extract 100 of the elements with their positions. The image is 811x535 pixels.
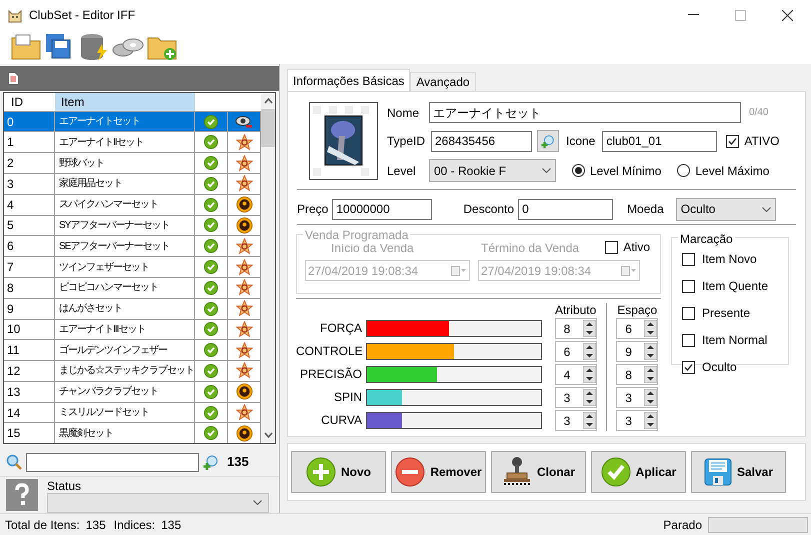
level-dropdown[interactable]: 00 - Rookie F: [429, 159, 556, 182]
list-row[interactable]: 9 はんがさセット: [4, 298, 261, 318]
list-row[interactable]: 7 ツインフェザーセット: [4, 256, 261, 277]
list-row[interactable]: 10 エアーナイトIIIセット: [4, 318, 261, 340]
list-row[interactable]: 15 黒魔剣セット: [4, 422, 261, 444]
spinner-arrows-icon[interactable]: [644, 343, 658, 360]
icone-field[interactable]: club01_01: [602, 130, 718, 152]
check-circle-icon: [204, 135, 218, 150]
action-button[interactable]: Novo: [291, 451, 386, 493]
checkbox-label: Item Novo: [702, 251, 757, 268]
indices-label: Indices:: [114, 516, 156, 534]
preco-field[interactable]: 10000000: [332, 198, 432, 220]
checkbox[interactable]: [726, 134, 740, 148]
table-cell: はんがさセット: [55, 298, 195, 318]
table-cell: 1: [4, 132, 55, 152]
atributo-spinner[interactable]: 3: [554, 387, 597, 408]
document-icon[interactable]: [8, 72, 19, 85]
find-icon-button[interactable]: [537, 130, 559, 152]
table-cell: ツインフェザーセット: [55, 257, 195, 277]
cat-icon: [7, 7, 23, 23]
check-circle-icon: [204, 156, 218, 170]
checkbox[interactable]: [682, 334, 695, 346]
scrollbar[interactable]: [261, 92, 275, 444]
checkbox[interactable]: [682, 360, 695, 374]
tab[interactable]: Informações Básicas: [287, 69, 410, 91]
action-button[interactable]: Remover: [391, 451, 486, 493]
spinner-arrows-icon[interactable]: [644, 366, 658, 383]
action-button[interactable]: Aplicar: [591, 451, 686, 493]
table-cell: 7: [4, 257, 55, 277]
list-row[interactable]: 11 ゴールデンツインフェザー: [4, 339, 261, 360]
search-field[interactable]: [26, 452, 199, 472]
desconto-field[interactable]: 0: [518, 198, 614, 220]
checkbox[interactable]: [682, 252, 695, 266]
preco-label: Preço: [297, 201, 328, 218]
search-icon[interactable]: [6, 454, 22, 470]
spinner-arrows-icon[interactable]: [644, 412, 658, 429]
espaco-spinner[interactable]: 3: [616, 410, 658, 431]
list-row[interactable]: 6 SEアフターバーナーセット: [4, 235, 261, 256]
list-row[interactable]: 4 スパイクハンマーセット: [4, 194, 261, 215]
item-count: 135: [227, 453, 249, 472]
typeid-field[interactable]: 268435456: [431, 130, 532, 152]
list-row[interactable]: 3 家庭用品セット: [4, 173, 261, 194]
spinner-arrows-icon[interactable]: [644, 389, 658, 406]
database-icon[interactable]: [78, 32, 110, 62]
chevron-down-icon: [762, 206, 771, 212]
zoom-add-icon: [540, 134, 556, 148]
list-row[interactable]: 12 まじかる☆ステッキクラブセット: [4, 360, 261, 381]
close-icon[interactable]: [782, 10, 793, 20]
atributo-spinner[interactable]: 3: [554, 410, 597, 431]
list-row[interactable]: 0 エアーナイトセット: [4, 110, 261, 132]
atributo-spinner[interactable]: 6: [554, 341, 597, 362]
total-label: Total de Itens:: [5, 516, 80, 534]
check-circle-icon: [600, 457, 631, 487]
espaco-spinner[interactable]: 3: [616, 387, 658, 408]
list-row[interactable]: 8 ピコピコハンマーセット: [4, 276, 261, 298]
checkbox-label: Item Quente: [702, 278, 768, 295]
check-circle-icon: [204, 280, 218, 295]
list-row[interactable]: 2 野球バット: [4, 152, 261, 174]
list-row[interactable]: 14 ミスリルソードセット: [4, 402, 261, 422]
list-row[interactable]: 5 SYアフターバーナーセット: [4, 214, 261, 236]
table-cell: 3: [4, 174, 55, 194]
espaco-spinner[interactable]: 9: [616, 341, 658, 362]
floppy-icon: [704, 458, 732, 486]
spinner-arrows-icon[interactable]: [582, 366, 596, 383]
table-cell: 6: [4, 236, 55, 256]
nome-field[interactable]: エアーナイトセット: [429, 102, 741, 123]
espaco-spinner[interactable]: 8: [616, 364, 658, 385]
table-cell: 8: [4, 278, 55, 298]
nome-label: Nome: [387, 104, 420, 122]
column-header[interactable]: ID: [4, 92, 55, 111]
table-cell: ピコピコハンマーセット: [55, 278, 195, 298]
checkbox[interactable]: [682, 306, 695, 320]
list-row[interactable]: 1 エアーナイトIIセット: [4, 131, 261, 152]
table-cell: チャンバラクラブセット: [55, 382, 195, 402]
spinner-arrows-icon[interactable]: [582, 320, 596, 337]
moeda-dropdown[interactable]: Oculto: [676, 198, 776, 220]
action-button[interactable]: Salvar: [691, 451, 786, 493]
window-title: ClubSet - Editor IFF: [29, 7, 136, 24]
folder-icon[interactable]: [10, 32, 42, 62]
atributo-spinner[interactable]: 8: [554, 318, 597, 339]
scroll-thumb[interactable]: [261, 108, 275, 147]
radio-button[interactable]: [572, 164, 585, 177]
spinner-arrows-icon[interactable]: [582, 389, 596, 406]
table-cell: 12: [4, 361, 55, 381]
espaco-spinner[interactable]: 6: [616, 318, 658, 339]
atributo-spinner[interactable]: 4: [554, 364, 597, 385]
spinner-arrows-icon[interactable]: [582, 343, 596, 360]
column-header[interactable]: Item: [55, 92, 195, 111]
spinner-arrows-icon[interactable]: [582, 412, 596, 429]
checkbox[interactable]: [682, 280, 695, 292]
spinner-arrows-icon[interactable]: [644, 320, 658, 337]
zoom-add-icon[interactable]: [203, 454, 220, 471]
list-row[interactable]: 13 チャンバラクラブセット: [4, 380, 261, 402]
check-circle-icon: [204, 176, 218, 191]
minus-icon: [395, 457, 426, 487]
minimize-icon[interactable]: [688, 14, 699, 16]
chevron-down-icon[interactable]: [253, 500, 262, 506]
action-button[interactable]: Clonar: [491, 451, 586, 493]
tab[interactable]: Avançado: [410, 72, 476, 91]
radio-button[interactable]: [677, 164, 690, 177]
